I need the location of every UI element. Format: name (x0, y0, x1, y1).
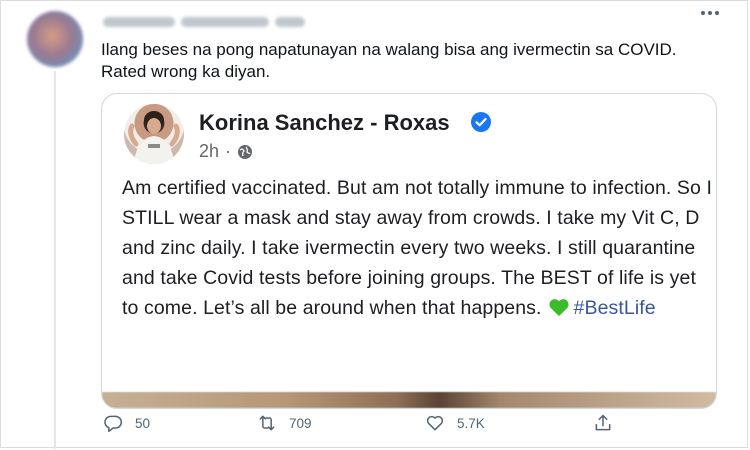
green-heart-icon (548, 299, 569, 317)
reply-count: 50 (135, 415, 151, 431)
retweet-button[interactable]: 709 (257, 413, 312, 433)
quoted-author-avatar[interactable] (124, 104, 184, 164)
share-icon (595, 414, 611, 431)
author-header-blurred (103, 16, 318, 28)
like-button[interactable]: 5.7K (425, 413, 485, 433)
quoted-post-time[interactable]: 2h (199, 141, 219, 162)
avatar-photo (128, 111, 180, 164)
hashtag-link[interactable]: #BestLife (574, 297, 656, 319)
tweet-text: Ilang beses na pong napatunayan na walan… (101, 40, 677, 81)
author-avatar[interactable] (27, 11, 83, 67)
quoted-post-meta: 2h · (199, 141, 253, 162)
quoted-post[interactable]: Korina Sanchez - Roxas 2h · Am certified… (101, 93, 717, 409)
globe-icon (238, 144, 253, 159)
quoted-post-text: Am certified vaccinated. But am not tota… (122, 173, 712, 323)
like-icon (426, 415, 444, 431)
thread-line (54, 71, 56, 449)
reply-icon (104, 415, 123, 433)
verified-badge-icon (471, 112, 491, 132)
tweet[interactable]: Ilang beses na pong napatunayan na walan… (0, 0, 748, 449)
like-count: 5.7K (457, 415, 485, 431)
retweet-icon (259, 415, 275, 431)
share-button[interactable] (593, 413, 613, 433)
quoted-author-name[interactable]: Korina Sanchez - Roxas (199, 110, 450, 136)
more-icon[interactable] (701, 11, 719, 15)
reply-button[interactable]: 50 (103, 413, 150, 433)
meta-separator: · (225, 141, 232, 161)
quoted-post-image[interactable] (102, 392, 716, 408)
retweet-count: 709 (289, 415, 312, 431)
